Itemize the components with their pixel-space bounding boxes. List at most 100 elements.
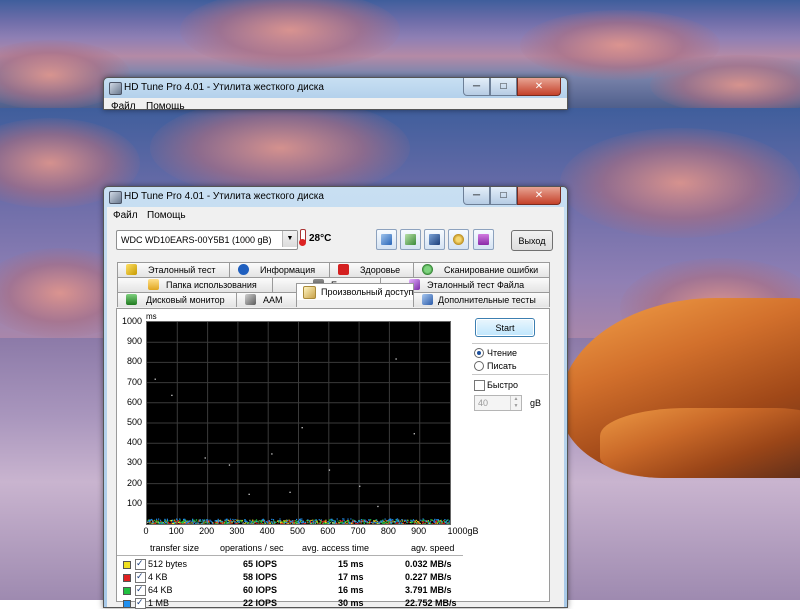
copy-info-button[interactable] [376,229,397,250]
ghost-window: HD Tune Pro 4.01 - Утилита жесткого диск… [103,77,568,110]
menu-file[interactable]: Файл [113,210,138,221]
speaker-icon [245,294,256,305]
tab-label: Эталонный тест [148,265,215,275]
extra-tests-icon [422,294,433,305]
tab-disk-monitor[interactable]: Дисковый монитор [117,292,237,307]
data-point [316,519,317,520]
data-point [160,523,161,524]
data-point [198,523,199,524]
data-point [412,520,413,521]
options-button[interactable] [448,229,469,250]
data-point [418,523,419,524]
data-point [357,522,358,523]
window-titlebar[interactable]: HD Tune Pro 4.01 - Утилита жесткого диск… [104,187,567,207]
data-point [359,520,360,521]
minimize-button[interactable]: ─ [463,187,490,205]
data-point [352,519,353,520]
data-point [356,523,357,524]
data-point [244,523,245,524]
size-spinbox[interactable]: 40 ▲▼ [474,395,522,411]
drive-select[interactable]: WDC WD10EARS-00Y5B1 (1000 gB) ▼ [116,230,298,250]
data-point [259,520,260,521]
y-tick-label: 500 [127,417,142,427]
data-point [256,523,257,524]
data-point [436,520,437,521]
data-point [160,520,161,521]
download-button[interactable] [473,229,494,250]
data-point [258,522,259,523]
data-point [354,521,355,522]
fast-checkbox[interactable] [474,380,485,391]
ghost-menubar: Файл Помощь [104,98,567,110]
data-point [405,520,406,521]
data-point [320,521,321,522]
tab-label: Информация [260,265,315,275]
data-point [311,522,312,523]
outlier-point [205,457,206,458]
data-point [285,521,286,522]
data-point [187,520,188,521]
tab-label: Папка использования [166,280,257,290]
tab-error-scan[interactable]: Сканирование ошибки [413,262,550,277]
data-point [398,520,399,521]
x-tick-label: 1000gB [447,526,478,536]
close-button[interactable]: ✕ [517,78,561,96]
close-button[interactable]: ✕ [517,187,561,205]
data-point [439,523,440,524]
data-point [402,521,403,522]
tab-folder-usage[interactable]: Папка использования [117,277,273,292]
start-button[interactable]: Start [475,318,535,337]
data-point [298,521,299,522]
tab-extra-tests[interactable]: Дополнительные тесты [413,292,550,307]
data-point [203,521,204,522]
write-radio[interactable] [474,361,484,371]
data-point [200,519,201,520]
data-point [425,520,426,521]
copy-screenshot-button[interactable] [400,229,421,250]
data-point [158,519,159,520]
outlier-point [414,433,415,434]
data-point [430,521,431,522]
data-point [295,520,296,521]
data-point [327,523,328,524]
data-point [303,521,304,522]
maximize-button[interactable]: □ [490,187,517,205]
data-point [174,522,175,523]
outlier-point [359,486,360,487]
data-point [339,522,340,523]
data-point [157,521,158,522]
tab-health[interactable]: Здоровье [329,262,414,277]
data-point [156,519,157,520]
maximize-button[interactable]: □ [490,78,517,96]
series-checkbox[interactable] [135,572,146,583]
series-checkbox[interactable] [135,559,146,570]
menu-help[interactable]: Помощь [146,101,185,110]
download-icon [478,234,489,245]
data-point [272,523,273,524]
data-point [179,519,180,520]
data-point [228,520,229,521]
data-point [273,519,274,520]
tab-random-access[interactable]: Произвольный доступ [296,283,414,300]
tab-info[interactable]: Информация [229,262,330,277]
data-point [446,523,447,524]
benchmark-icon [126,264,137,275]
data-point [342,523,343,524]
exit-button[interactable]: Выход [511,230,553,251]
data-point [196,522,197,523]
menu-file[interactable]: Файл [111,101,136,110]
health-cross-icon [338,264,349,275]
y-tick-label: 1000 [122,316,142,326]
save-button[interactable] [424,229,445,250]
menu-help[interactable]: Помощь [147,210,186,221]
data-point [436,519,437,520]
data-point [382,520,383,521]
tab-aam[interactable]: AAM [236,292,297,307]
tab-benchmark[interactable]: Эталонный тест [117,262,230,277]
table-row: 1 MB22 IOPS30 ms22.752 MB/s [0,597,800,609]
data-point [177,520,178,521]
data-point [281,521,282,522]
minimize-button[interactable]: ─ [463,78,490,96]
read-radio[interactable] [474,348,484,358]
series-checkbox[interactable] [135,585,146,596]
